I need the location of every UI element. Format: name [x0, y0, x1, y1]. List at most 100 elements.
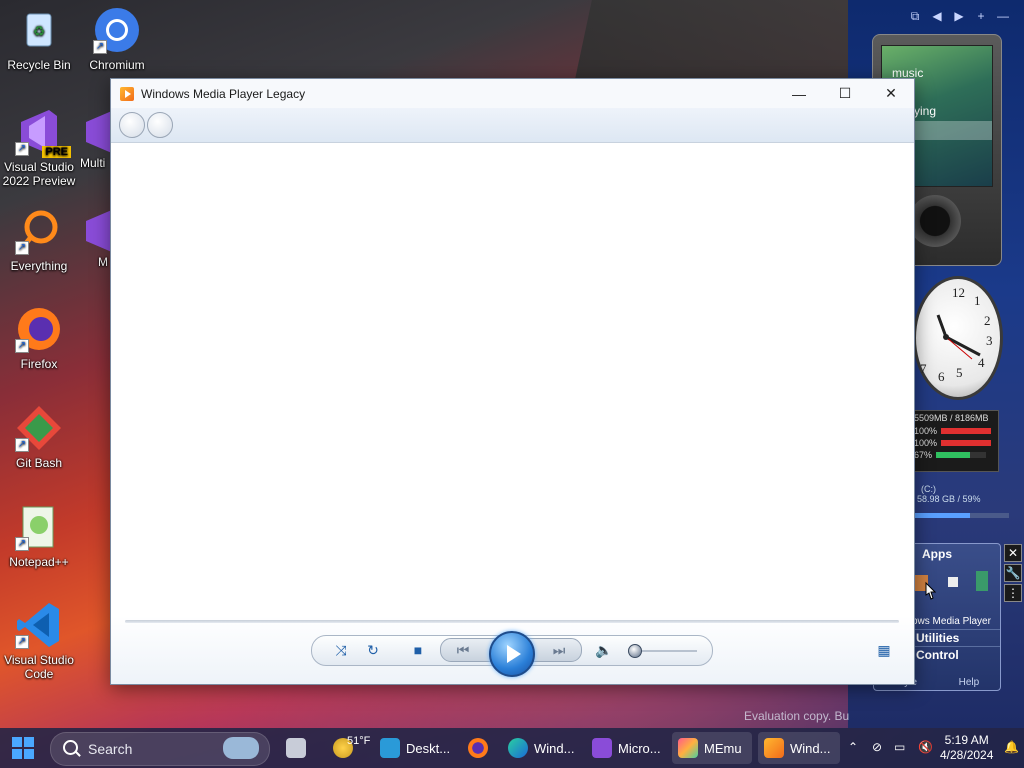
desktop-icon-git-bash[interactable]: ↗ Git Bash [0, 404, 78, 470]
desktop-icon-firefox[interactable]: ↗ Firefox [0, 305, 78, 371]
drive-bar [913, 513, 1009, 518]
desktop-icon-chromium[interactable]: ↗ Chromium [78, 6, 156, 72]
desktop-icon-label: Notepad++ [9, 555, 69, 569]
desktop-icon-label: Visual Studio Code [4, 653, 74, 681]
multi-icon [80, 108, 110, 156]
drive-label: (C:) [921, 484, 936, 494]
m-icon [80, 207, 110, 255]
title-bar[interactable]: Windows Media Player Legacy — ☐ ✕ [111, 79, 914, 108]
app-icon[interactable] [976, 571, 988, 591]
taskbar-clock[interactable]: 5:19 AM 4/28/2024 [940, 733, 993, 763]
taskbar-item-wmp[interactable]: Wind... [758, 732, 841, 764]
firefox-icon: ↗ [15, 305, 63, 353]
drive-meter-gadget: (C:) 58.98 GB / 59% [913, 484, 1011, 524]
wmp-app-icon [120, 86, 134, 101]
close-button[interactable]: ✕ [868, 79, 914, 108]
notepad-plus-plus-icon: ↗ [15, 503, 63, 551]
shortcut-arrow-icon: ↗ [93, 40, 107, 54]
edge-icon [508, 738, 528, 758]
desktop-icon-notepad-plus-plus[interactable]: ↗ Notepad++ [0, 503, 78, 569]
switch-to-now-playing-icon[interactable]: ▦ [873, 640, 895, 660]
cpu-bar [941, 440, 992, 446]
taskbar-item-memu[interactable]: MEmu [672, 732, 752, 764]
sidebar-minimize-icon[interactable]: — [994, 9, 1012, 23]
cpu-meter-gadget: 5509MB / 8186MB 100% 100% 67% [911, 410, 999, 472]
shortcut-arrow-icon: ↗ [15, 438, 29, 452]
play-button[interactable] [489, 631, 535, 677]
media-wheel-icon[interactable] [909, 195, 961, 247]
cpu-bar-fill [941, 440, 992, 446]
shortcut-arrow-icon: ↗ [15, 635, 29, 649]
wrench-icon[interactable]: 🔧 [1004, 564, 1022, 582]
cpu-row: 100% [912, 437, 998, 449]
weather-temp: 51°F [347, 735, 371, 747]
app-icon[interactable] [948, 577, 958, 587]
desktop-icon-m[interactable]: M [80, 207, 110, 269]
stop-icon[interactable]: ■ [407, 640, 429, 660]
desktop-icon-vscode[interactable]: ↗ Visual Studio Code [0, 601, 78, 681]
minimize-button[interactable]: — [776, 79, 822, 108]
desktop-icon-label: M [98, 255, 108, 269]
task-view-icon[interactable] [286, 732, 312, 764]
sidebar-prev-icon[interactable]: ◀ [928, 9, 946, 23]
desktop-icon-label: Chromium [89, 58, 145, 72]
cpu-row-label: 67% [914, 450, 933, 460]
git-bash-icon: ↗ [15, 404, 63, 452]
desktop-icon-label: Git Bash [15, 456, 63, 470]
cpu-row: 100% [912, 425, 998, 437]
sidebar-add-icon[interactable]: + [972, 9, 990, 23]
taskbar-item-label: Micro... [618, 740, 661, 756]
taskbar-item-label: Wind... [790, 740, 831, 756]
previous-icon[interactable]: ⏮ [452, 640, 474, 660]
taskbar-item-label: Wind... [534, 740, 575, 756]
gadget-close-icon[interactable]: ✕ [1004, 544, 1022, 562]
start-windows-icon[interactable] [12, 737, 34, 759]
desktop-icon-everything[interactable]: ↗ Everything [0, 207, 78, 273]
desktop-icon-visual-studio-2022[interactable]: PRE ↗ Visual Studio 2022 Preview [0, 108, 78, 188]
memory-readout: 5509MB / 8186MB [914, 413, 989, 423]
taskbar-item-firefox[interactable] [468, 732, 494, 764]
back-button[interactable] [119, 112, 145, 138]
taskbar-search[interactable]: Search [50, 732, 270, 766]
apps-help-link[interactable]: Help [959, 677, 980, 688]
cursor-pointer-icon [925, 581, 936, 600]
window-title: Windows Media Player Legacy [141, 86, 306, 101]
taskbar-item-desktop[interactable]: Deskt... [380, 732, 450, 764]
shuffle-icon[interactable]: ⤨ [330, 640, 352, 660]
playback-controls: ⤨ ↻ ■ ⏮ ⏭ 🔈 ▦ [111, 616, 914, 684]
seek-bar[interactable] [125, 620, 899, 623]
desktop-icon-label: Everything [10, 259, 68, 273]
volume-muted-icon[interactable]: 🔇 [918, 740, 933, 754]
taskbar-item-edge[interactable]: Wind... [508, 732, 574, 764]
drive-bar-fill [913, 513, 970, 518]
tray-chevron-icon[interactable]: ⌃ [848, 740, 858, 754]
maximize-button[interactable]: ☐ [822, 79, 868, 108]
taskbar-date: 4/28/2024 [940, 748, 994, 762]
desktop-icon-multi[interactable]: Multi [80, 108, 110, 170]
cpu-row: 67% [912, 449, 998, 461]
volume-knob[interactable] [628, 644, 642, 658]
search-icon [63, 740, 78, 755]
taskbar-time: 5:19 AM [944, 733, 989, 747]
library-content-area[interactable] [111, 143, 914, 613]
sidebar-next-icon[interactable]: ▶ [950, 9, 968, 23]
network-icon[interactable]: ⊘ [872, 740, 882, 754]
grip-icon[interactable]: ⋮ [1004, 584, 1022, 602]
sidebar-controls: ⧉ ◀ ▶ + — [882, 6, 1012, 26]
weather-widget[interactable]: 51°F [333, 732, 370, 764]
memu-icon [678, 738, 698, 758]
desktop-icon-label: Recycle Bin [7, 58, 71, 72]
cpu-row-label: 100% [914, 438, 938, 448]
monitor-icon[interactable]: ▭ [894, 740, 905, 754]
taskbar-item-visual-studio[interactable]: Micro... [592, 732, 661, 764]
notification-bell-icon[interactable]: 🔔 [1004, 740, 1019, 754]
visual-studio-icon [592, 738, 612, 758]
next-icon[interactable]: ⏭ [548, 640, 570, 660]
repeat-icon[interactable]: ↻ [362, 640, 384, 660]
wmp-icon [764, 738, 784, 758]
desktop-icon-recycle-bin[interactable]: ♻ Recycle Bin [0, 6, 78, 72]
forward-button[interactable] [147, 112, 173, 138]
clock-hands-icon [936, 314, 981, 360]
sidebar-restore-icon[interactable]: ⧉ [906, 9, 924, 24]
mute-icon[interactable]: 🔈 [593, 640, 615, 660]
